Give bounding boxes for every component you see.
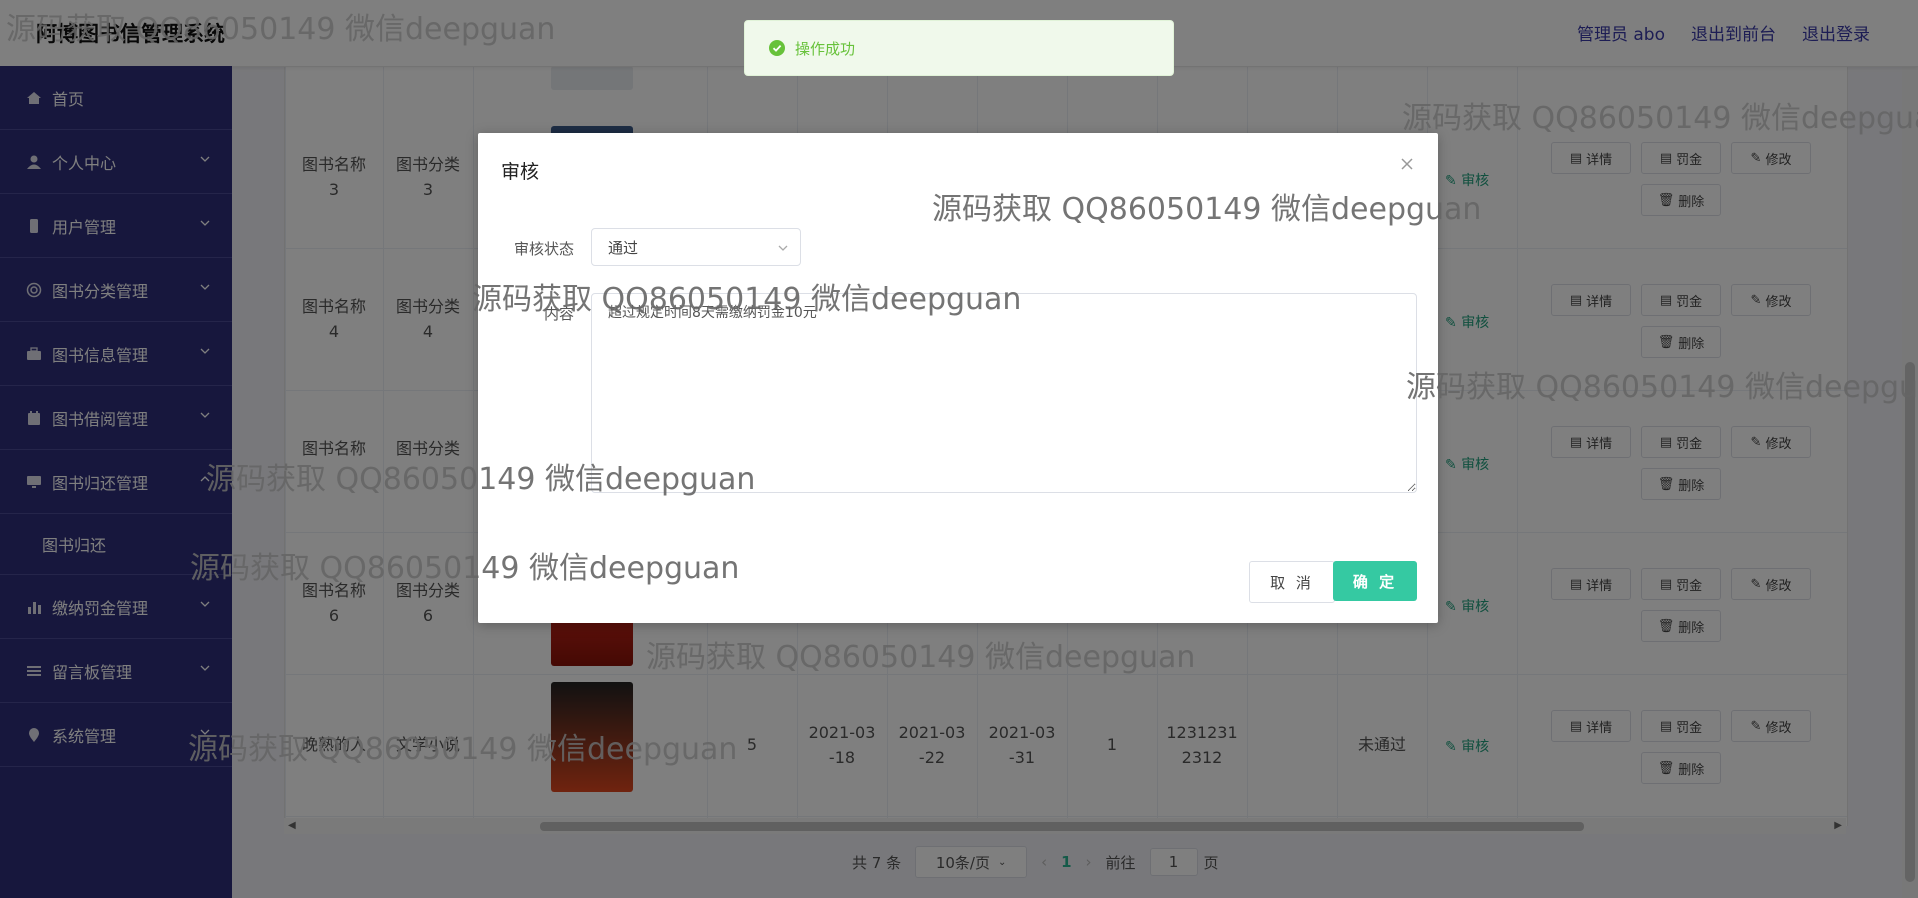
toast-message: 操作成功	[795, 39, 856, 58]
confirm-button[interactable]: 确 定	[1333, 561, 1417, 601]
close-icon[interactable]	[1398, 155, 1416, 173]
dialog-title: 审核	[501, 161, 540, 183]
content-label: 内容	[543, 305, 574, 323]
cancel-button[interactable]: 取 消	[1249, 561, 1335, 603]
status-select[interactable]: 通过	[591, 228, 801, 266]
audit-dialog: 审核 审核状态 通过 内容 超过规定时间8天需缴纳罚金10元 取 消 确 定	[478, 133, 1438, 623]
chevron-down-icon	[778, 245, 788, 251]
check-circle-icon	[769, 40, 785, 56]
content-textarea[interactable]: 超过规定时间8天需缴纳罚金10元	[591, 293, 1417, 493]
status-label: 审核状态	[513, 240, 574, 258]
success-toast: 操作成功	[744, 20, 1174, 76]
